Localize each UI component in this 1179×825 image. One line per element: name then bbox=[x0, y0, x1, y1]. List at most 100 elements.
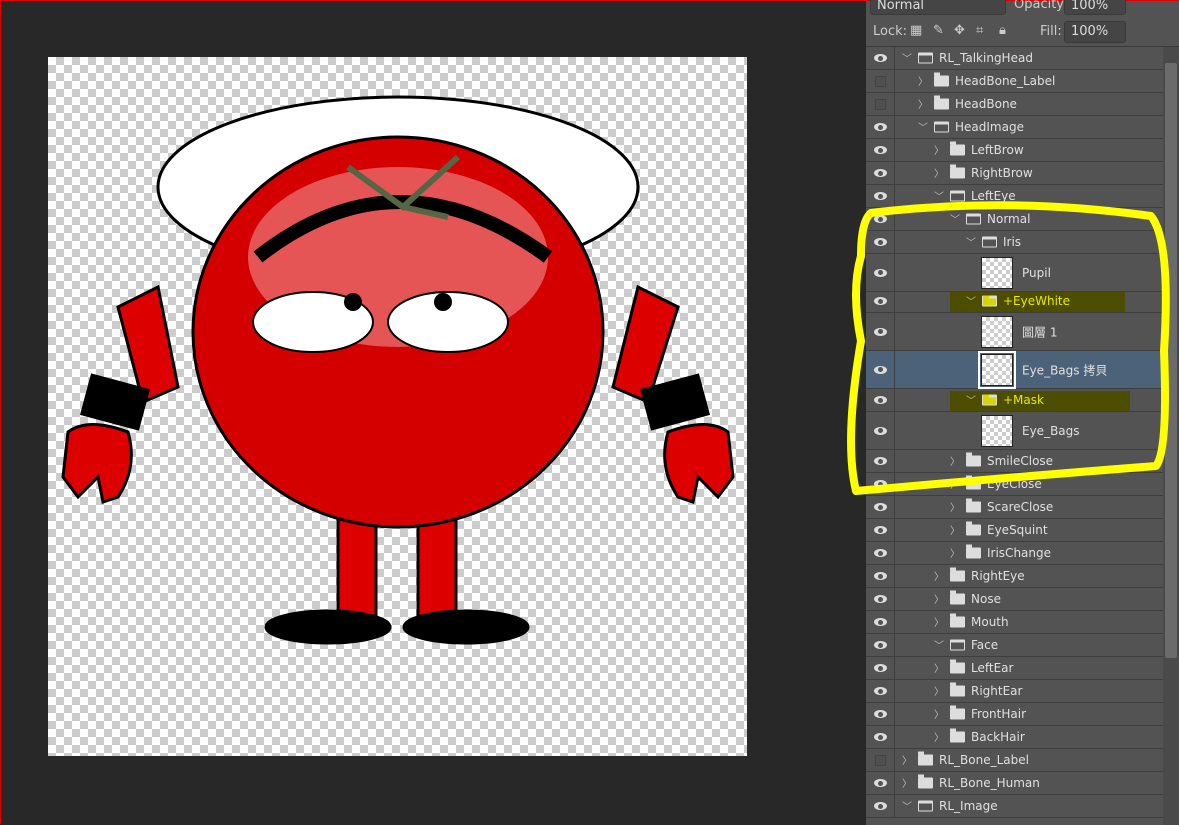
layer-group-row[interactable]: 〉 RightBrow bbox=[866, 162, 1163, 185]
visibility-toggle[interactable] bbox=[866, 116, 895, 138]
chevron-right-icon[interactable]: 〉 bbox=[918, 96, 928, 111]
visibility-toggle[interactable] bbox=[866, 47, 895, 69]
layer-group-row[interactable]: 〉 HeadBone_Label bbox=[866, 70, 1163, 93]
chevron-down-icon[interactable]: ﹀ bbox=[966, 392, 976, 407]
visibility-toggle[interactable] bbox=[866, 185, 895, 207]
layer-group-row[interactable]: 〉 LeftEar bbox=[866, 657, 1163, 680]
visibility-toggle[interactable] bbox=[866, 290, 895, 312]
chevron-down-icon[interactable]: ﹀ bbox=[966, 234, 976, 249]
layer-group-row[interactable]: ﹀ RL_TalkingHead bbox=[866, 47, 1163, 70]
visibility-toggle[interactable] bbox=[866, 313, 895, 350]
layer-row[interactable]: Pupil bbox=[866, 254, 1163, 292]
layer-group-row[interactable]: ﹀ +EyeWhite bbox=[866, 290, 1163, 313]
layer-group-row[interactable]: ﹀ Face bbox=[866, 634, 1163, 657]
fill-input[interactable]: 100% bbox=[1064, 21, 1126, 43]
visibility-toggle[interactable] bbox=[866, 726, 895, 748]
visibility-toggle[interactable] bbox=[866, 450, 895, 472]
visibility-toggle[interactable] bbox=[866, 162, 895, 184]
chevron-right-icon[interactable]: 〉 bbox=[902, 752, 912, 767]
visibility-toggle[interactable] bbox=[866, 254, 895, 291]
visibility-toggle[interactable] bbox=[866, 611, 895, 633]
visibility-toggle[interactable] bbox=[866, 389, 895, 411]
layer-group-row[interactable]: 〉 EyeClose bbox=[866, 473, 1163, 496]
chevron-right-icon[interactable]: 〉 bbox=[950, 545, 960, 560]
visibility-toggle[interactable] bbox=[866, 231, 895, 253]
chevron-right-icon[interactable]: 〉 bbox=[950, 499, 960, 514]
layer-group-row[interactable]: 〉 RL_Bone_Human bbox=[866, 772, 1163, 795]
chevron-down-icon[interactable]: ﹀ bbox=[934, 188, 944, 203]
layer-row[interactable]: Eye_Bags bbox=[866, 412, 1163, 450]
chevron-right-icon[interactable]: 〉 bbox=[934, 568, 944, 583]
chevron-down-icon[interactable]: ﹀ bbox=[934, 637, 944, 652]
chevron-right-icon[interactable]: 〉 bbox=[934, 729, 944, 744]
chevron-right-icon[interactable]: 〉 bbox=[902, 775, 912, 790]
chevron-right-icon[interactable]: 〉 bbox=[918, 73, 928, 88]
visibility-toggle[interactable] bbox=[866, 351, 895, 388]
layer-row[interactable]: Eye_Bags 拷貝 bbox=[866, 351, 1163, 389]
visibility-toggle[interactable] bbox=[866, 680, 895, 702]
layer-group-row[interactable]: ﹀ Normal bbox=[866, 208, 1163, 231]
layer-group-row[interactable]: 〉 BackHair bbox=[866, 726, 1163, 749]
chevron-down-icon[interactable]: ﹀ bbox=[902, 798, 912, 813]
visibility-toggle[interactable] bbox=[866, 412, 895, 449]
lock-transparent-icon[interactable]: ▦ bbox=[910, 23, 922, 38]
chevron-right-icon[interactable]: 〉 bbox=[934, 706, 944, 721]
visibility-toggle[interactable] bbox=[866, 795, 895, 817]
layer-group-row[interactable]: 〉 RightEar bbox=[866, 680, 1163, 703]
visibility-toggle[interactable] bbox=[866, 703, 895, 725]
chevron-right-icon[interactable]: 〉 bbox=[934, 142, 944, 157]
chevron-down-icon[interactable]: ﹀ bbox=[966, 293, 976, 308]
visibility-toggle[interactable] bbox=[866, 496, 895, 518]
visibility-toggle[interactable] bbox=[866, 772, 895, 794]
visibility-toggle[interactable] bbox=[866, 634, 895, 656]
lock-brush-icon[interactable]: ✎ bbox=[933, 23, 944, 38]
document-canvas[interactable] bbox=[48, 57, 747, 756]
layer-group-row[interactable]: ﹀ +Mask bbox=[866, 389, 1163, 412]
chevron-right-icon[interactable]: 〉 bbox=[950, 476, 960, 491]
visibility-toggle[interactable] bbox=[866, 565, 895, 587]
chevron-right-icon[interactable]: 〉 bbox=[934, 165, 944, 180]
layer-group-row[interactable]: ﹀ LeftEye bbox=[866, 185, 1163, 208]
visibility-toggle[interactable] bbox=[866, 139, 895, 161]
visibility-toggle[interactable] bbox=[866, 208, 895, 230]
lock-artboard-icon[interactable]: ⌗ bbox=[976, 23, 983, 38]
chevron-down-icon[interactable]: ﹀ bbox=[902, 50, 912, 65]
lock-move-icon[interactable]: ✥ bbox=[954, 23, 965, 38]
layer-group-row[interactable]: 〉 FrontHair bbox=[866, 703, 1163, 726]
chevron-right-icon[interactable]: 〉 bbox=[950, 453, 960, 468]
layer-group-row[interactable]: 〉 LeftBrow bbox=[866, 139, 1163, 162]
layer-group-row[interactable]: 〉 EyeSquint bbox=[866, 519, 1163, 542]
visibility-toggle[interactable] bbox=[866, 749, 895, 771]
layer-group-row[interactable]: ﹀ HeadImage bbox=[866, 116, 1163, 139]
layer-row[interactable]: 圖層 1 bbox=[866, 313, 1163, 351]
opacity-input[interactable]: 100% bbox=[1064, 0, 1126, 15]
chevron-right-icon[interactable]: 〉 bbox=[934, 591, 944, 606]
visibility-toggle[interactable] bbox=[866, 657, 895, 679]
visibility-toggle[interactable] bbox=[866, 588, 895, 610]
visibility-toggle[interactable] bbox=[866, 473, 895, 495]
layer-group-row[interactable]: 〉 SmileClose bbox=[866, 450, 1163, 473]
layer-group-row[interactable]: ﹀ RL_Image bbox=[866, 795, 1163, 818]
layer-group-row[interactable]: 〉 RightEye bbox=[866, 565, 1163, 588]
visibility-toggle[interactable] bbox=[866, 519, 895, 541]
chevron-right-icon[interactable]: 〉 bbox=[950, 522, 960, 537]
visibility-toggle[interactable] bbox=[866, 93, 895, 115]
chevron-down-icon[interactable]: ﹀ bbox=[918, 119, 928, 134]
layer-group-row[interactable]: 〉 Mouth bbox=[866, 611, 1163, 634]
blend-mode-select[interactable]: Normal bbox=[870, 0, 1006, 15]
chevron-right-icon[interactable]: 〉 bbox=[934, 683, 944, 698]
lock-all-icon[interactable]: 🔒︎ bbox=[999, 23, 1006, 38]
chevron-down-icon[interactable]: ﹀ bbox=[950, 211, 960, 226]
visibility-toggle[interactable] bbox=[866, 542, 895, 564]
chevron-right-icon[interactable]: 〉 bbox=[934, 660, 944, 675]
layer-group-row[interactable]: 〉 HeadBone bbox=[866, 93, 1163, 116]
layer-group-row[interactable]: 〉 IrisChange bbox=[866, 542, 1163, 565]
visibility-toggle[interactable] bbox=[866, 70, 895, 92]
scrollbar-thumb[interactable] bbox=[1165, 63, 1177, 658]
layer-group-row[interactable]: 〉 RL_Bone_Label bbox=[866, 749, 1163, 772]
layer-group-row[interactable]: ﹀ Iris bbox=[866, 231, 1163, 254]
layer-group-row[interactable]: 〉 ScareClose bbox=[866, 496, 1163, 519]
chevron-right-icon[interactable]: 〉 bbox=[934, 614, 944, 629]
canvas-area[interactable] bbox=[1, 1, 866, 825]
layer-group-row[interactable]: 〉 Nose bbox=[866, 588, 1163, 611]
